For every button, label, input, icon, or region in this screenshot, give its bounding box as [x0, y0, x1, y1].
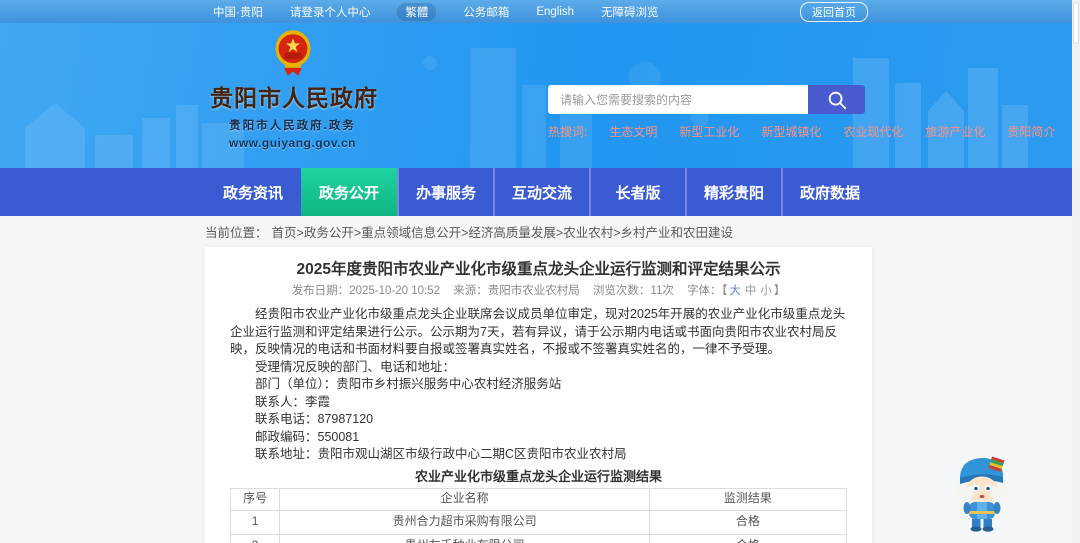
hot-words: 生态文明 新型工业化 新型城镇化 农业现代化 旅游产业化 贵阳简介: [609, 123, 1055, 140]
article-meta: 发布日期：2025-10-20 10:52 来源：贵阳市农业农村局 浏览次数：1…: [230, 284, 847, 298]
breadcrumb: 当前位置： 首页>政务公开>重点领域信息公开>经济高质量发展>农业农村>乡村产业…: [0, 216, 1080, 247]
table-header-row: 序号 企业名称 监测结果: [229, 487, 848, 511]
table-body: 1贵州合力超市采购有限公司合格2贵州友禾种业有限公司合格3贵州松果颂农产品有限公…: [229, 509, 848, 543]
contact-line: 联系人：李霞: [255, 394, 331, 409]
site-title: 贵阳市人民政府: [210, 85, 378, 111]
contact-block: 受理情况反映的部门、电话和地址： 部门（单位）：贵阳市乡村振兴服务中心农村经济服务…: [230, 359, 847, 464]
topbar-link[interactable]: 公务邮箱: [463, 4, 509, 20]
monitoring-results-table: 序号企业名称监测结果 1贵州合力超市采购有限公司合格2贵州友禾种业有限公司合格3…: [229, 487, 848, 543]
breadcrumb-label: 当前位置：: [205, 226, 268, 240]
views-label: 浏览次数：: [592, 285, 651, 297]
site-subtitle: 贵阳市人民政府.政务: [229, 120, 356, 132]
nav-item[interactable]: 政务资讯: [205, 168, 301, 216]
main-nav: 政务资讯 政务公开 办事服务 互动交流 长者版 精彩贵阳 政府数据: [0, 168, 1080, 216]
article-card: 2025年度贵阳市农业产业化市级重点龙头企业运行监测和评定结果公示 发布日期：2…: [205, 247, 872, 543]
contact-line: 受理情况反映的部门、电话和地址：: [255, 359, 456, 374]
hot-word-link[interactable]: 新型工业化: [679, 123, 739, 140]
views-value: 11次: [650, 285, 674, 297]
nav-item[interactable]: 长者版: [589, 168, 685, 216]
breadcrumb-path[interactable]: 首页>政务公开>重点领域信息公开>经济高质量发展>农业农村>乡村产业和农田建设: [272, 222, 734, 241]
article-body: 经贵阳市农业产业化市级重点龙头企业联席会议成员单位审定，现对2025年开展的农业…: [229, 306, 848, 543]
scrollbar[interactable]: [1072, 0, 1080, 543]
publish-date: 2025-10-20 10:52: [349, 285, 440, 297]
contact-line: 部门（单位）：贵阳市乡村振兴服务中心农村经济服务站: [255, 377, 562, 391]
site-url: www.guiyang.gov.cn: [228, 136, 356, 150]
table-cell: 2: [229, 533, 281, 543]
font-size-option[interactable]: 小: [760, 285, 772, 297]
table-cell: 合格: [648, 509, 848, 535]
source-value: 贵阳市农业农村局: [487, 285, 580, 297]
china-national-emblem-icon: [275, 30, 310, 76]
hot-word-link[interactable]: 生态文明: [609, 123, 657, 140]
hot-word-link[interactable]: 农业现代化: [843, 123, 903, 140]
site-logo[interactable]: 贵阳市人民政府 贵阳市人民政府.政务 www.guiyang.gov.cn: [210, 29, 378, 150]
nav-item[interactable]: 政务公开: [301, 168, 397, 216]
search-input[interactable]: [548, 85, 808, 114]
topbar-link[interactable]: 请登录个人中心: [290, 4, 371, 20]
topbar-link[interactable]: 繁體: [397, 2, 437, 21]
bracket-close: 】: [773, 285, 786, 297]
table-cell: 贵州友禾种业有限公司: [279, 533, 650, 543]
font-size-label: 字体：: [687, 285, 722, 297]
publish-date-label: 发布日期：: [291, 285, 350, 297]
nav-item[interactable]: 互动交流: [493, 168, 589, 216]
table-cell: 合格: [648, 533, 848, 543]
search-icon: [828, 91, 846, 109]
table-header-cell: 序号: [229, 487, 281, 511]
hot-word-link[interactable]: 新型城镇化: [761, 123, 821, 140]
topbar-link[interactable]: 中国·贵阳: [213, 4, 263, 20]
table-row: 2贵州友禾种业有限公司合格: [229, 533, 848, 543]
guiyang-gov-page: 中国·贵阳 请登录个人中心 繁體 公务邮箱 English 无障碍浏览 返回首页: [0, 0, 1080, 543]
top-utility-bar: 中国·贵阳 请登录个人中心 繁體 公务邮箱 English 无障碍浏览 返回首页: [0, 0, 1080, 23]
topbar-link[interactable]: English: [536, 6, 574, 18]
announcement-paragraph: 经贵阳市农业产业化市级重点龙头企业联席会议成员单位审定，现对2025年开展的农业…: [230, 307, 846, 356]
table-cell: 贵州合力超市采购有限公司: [279, 509, 650, 535]
hot-search-label: 热搜词:: [548, 125, 588, 139]
font-size-option[interactable]: 中: [745, 285, 757, 297]
article-title: 2025年度贵阳市农业产业化市级重点龙头企业运行监测和评定结果公示: [296, 261, 781, 278]
source-label: 来源：: [453, 285, 488, 297]
topbar-link[interactable]: 无障碍浏览: [601, 4, 659, 20]
search-bar: [548, 85, 865, 114]
nav-item[interactable]: 办事服务: [397, 168, 493, 216]
nav-item[interactable]: 政府数据: [781, 168, 877, 216]
table-header-cell: 监测结果: [648, 487, 848, 511]
topbar-links: 中国·贵阳 请登录个人中心 繁體 公务邮箱 English 无障碍浏览: [213, 2, 659, 21]
table-header-cell: 企业名称: [279, 487, 650, 511]
hot-word-link[interactable]: 旅游产业化: [925, 123, 985, 140]
site-banner: 贵阳市人民政府 贵阳市人民政府.政务 www.guiyang.gov.cn 热搜…: [0, 23, 1080, 168]
contact-line: 邮政编码：550081: [255, 429, 360, 444]
font-size-option[interactable]: 大: [729, 285, 741, 297]
contact-line: 联系电话：87987120: [255, 412, 374, 426]
nav-item[interactable]: 精彩贵阳: [685, 168, 781, 216]
search-button[interactable]: [808, 85, 865, 114]
mascot-icon[interactable]: [950, 450, 1014, 534]
scrollbar-thumb[interactable]: [1073, 2, 1079, 44]
table-caption: 农业产业化市级重点龙头企业运行监测结果: [414, 468, 662, 484]
contact-line: 联系地址：贵阳市观山湖区市级行政中心二期C区贵阳市农业农村局: [255, 447, 627, 461]
table-row: 1 贵州合力超市采购有限公司 合格: [229, 509, 848, 535]
city-skyline-image: [25, 48, 1028, 168]
hot-search-row: 热搜词: 生态文明 新型工业化 新型城镇化 农业现代化 旅游产业化 贵阳简介: [548, 123, 1055, 140]
return-home-button[interactable]: 返回首页: [800, 1, 868, 22]
hot-word-link[interactable]: 贵阳简介: [1007, 123, 1055, 140]
table-cell: 1: [229, 509, 281, 535]
font-size-options: 大中小: [727, 285, 774, 297]
